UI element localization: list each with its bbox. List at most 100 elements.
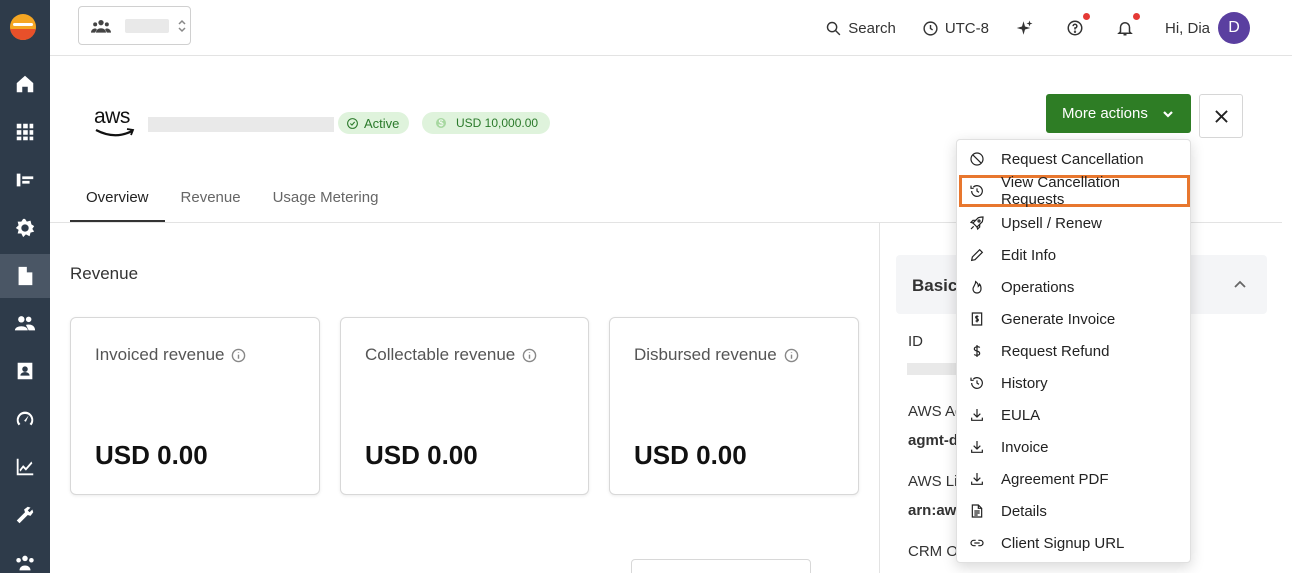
info-icon[interactable] — [522, 348, 537, 363]
sidebar-item-partners[interactable] — [0, 541, 50, 573]
menu-item-history[interactable]: History — [957, 367, 1190, 399]
menu-item-label: Invoice — [1001, 438, 1049, 456]
menu-item-upsell-renew[interactable]: Upsell / Renew — [957, 207, 1190, 239]
clock-icon — [923, 20, 938, 36]
menu-item-label: History — [1001, 374, 1048, 392]
download-icon — [971, 441, 983, 453]
status-badge: Active — [338, 112, 410, 134]
card-label-text: Invoiced revenue — [95, 345, 225, 364]
contact-card-icon — [17, 362, 33, 380]
sidebar-item-integrations[interactable] — [0, 493, 50, 537]
card-value: USD 0.00 — [365, 440, 478, 470]
sidebar-item-settings[interactable] — [0, 206, 50, 250]
search-button[interactable]: Search — [825, 20, 896, 37]
top-bar-actions: Search UTC-8 Hi, Dia D — [825, 0, 1292, 56]
amount-badge: $ USD 10,000.00 — [422, 112, 551, 134]
menu-item-view-cancellation-requests[interactable]: View Cancellation Requests — [959, 174, 1190, 208]
bell-icon — [1117, 22, 1133, 36]
app-logo[interactable] — [10, 14, 36, 40]
timezone-button[interactable]: UTC-8 — [922, 20, 989, 37]
dollar-icon — [973, 345, 981, 357]
close-icon — [1214, 109, 1228, 123]
updown-chevron-icon — [177, 18, 187, 34]
ban-icon — [970, 152, 984, 166]
dollar-icon: $ — [436, 118, 446, 128]
more-actions-label: More actions — [1062, 105, 1148, 122]
menu-item-request-refund[interactable]: Request Refund — [957, 335, 1190, 367]
menu-item-label: Upsell / Renew — [1001, 214, 1102, 232]
field-value-aws-license: arn:aw — [908, 502, 957, 519]
download-icon — [971, 473, 983, 485]
close-button[interactable] — [1199, 94, 1243, 138]
notification-dot — [1132, 13, 1140, 20]
notifications-button[interactable] — [1115, 13, 1140, 38]
menu-item-label: Details — [1001, 502, 1047, 520]
aws-logo: aws — [94, 105, 136, 138]
tab-bar: Overview Revenue Usage Metering — [70, 178, 394, 222]
amount-badge-label: USD 10,000.00 — [456, 116, 539, 130]
search-label: Search — [848, 19, 896, 37]
sidebar-item-apps[interactable] — [0, 110, 50, 154]
sidebar-item-listings[interactable] — [0, 158, 50, 202]
sidebar-item-home[interactable] — [0, 62, 50, 106]
pencil-icon — [970, 248, 984, 262]
team-icon — [91, 18, 111, 34]
aws-logo-text: aws — [94, 105, 130, 128]
download-icon — [971, 409, 983, 421]
menu-item-client-signup-url[interactable]: Client Signup URL — [957, 527, 1190, 559]
ai-assistant-button[interactable] — [1015, 18, 1035, 38]
menu-item-edit-info[interactable]: Edit Info — [957, 239, 1190, 271]
chevron-down-icon — [1162, 108, 1174, 120]
info-icon[interactable] — [231, 348, 246, 363]
document-icon — [971, 504, 983, 518]
sidebar-item-dashboard[interactable] — [0, 397, 50, 441]
menu-item-invoice[interactable]: Invoice — [957, 431, 1190, 463]
grid-icon — [16, 123, 34, 141]
divider — [879, 223, 880, 573]
menu-item-agreement-pdf[interactable]: Agreement PDF — [957, 463, 1190, 495]
sidebar-item-contacts[interactable] — [0, 349, 50, 393]
more-actions-button[interactable]: More actions — [1046, 94, 1191, 133]
speedometer-icon — [16, 411, 34, 426]
link-icon — [970, 539, 984, 547]
history-icon — [970, 377, 983, 389]
users-icon — [14, 316, 36, 331]
tab-revenue[interactable]: Revenue — [165, 178, 257, 222]
field-value-aws-agreement: agmt-d — [908, 432, 958, 449]
menu-item-label: Edit Info — [1001, 246, 1057, 264]
card-label: Invoiced revenue — [95, 345, 246, 365]
menu-item-label: Request Cancellation — [1001, 150, 1144, 168]
menu-item-eula[interactable]: EULA — [957, 399, 1190, 431]
menu-item-generate-invoice[interactable]: Generate Invoice — [957, 303, 1190, 335]
top-bar: Search UTC-8 Hi, Dia D — [50, 0, 1292, 56]
menu-item-request-cancellation[interactable]: Request Cancellation — [957, 143, 1190, 175]
document-icon — [18, 266, 33, 286]
card-label-text: Disbursed revenue — [634, 345, 777, 364]
aws-smile-icon — [95, 128, 135, 137]
card-label-text: Collectable revenue — [365, 345, 516, 364]
tab-overview[interactable]: Overview — [70, 178, 165, 222]
sidebar-item-analytics[interactable] — [0, 445, 50, 489]
collectable-revenue-card: Collectable revenue USD 0.00 — [340, 317, 589, 495]
menu-item-operations[interactable]: Operations — [957, 271, 1190, 303]
menu-item-details[interactable]: Details — [957, 495, 1190, 527]
team-selector[interactable] — [78, 6, 191, 45]
avatar[interactable]: D — [1218, 12, 1250, 44]
search-icon — [827, 21, 841, 35]
history-icon — [970, 185, 983, 197]
field-label-id: ID — [908, 333, 923, 350]
sidebar-item-agreements[interactable] — [0, 254, 50, 298]
sidebar — [0, 0, 50, 573]
help-icon — [1067, 20, 1083, 36]
tab-usage-metering[interactable]: Usage Metering — [257, 178, 395, 222]
sidebar-item-users[interactable] — [0, 301, 50, 345]
filter-select[interactable] — [631, 559, 811, 573]
status-badge-label: Active — [364, 115, 400, 131]
menu-item-label: Request Refund — [1001, 342, 1110, 360]
chevron-up-icon — [1233, 278, 1247, 292]
help-button[interactable] — [1065, 13, 1090, 38]
info-icon[interactable] — [784, 348, 799, 363]
wrench-icon — [16, 506, 34, 524]
user-greeting: Hi, Dia — [1164, 19, 1210, 37]
menu-item-label: View Cancellation Requests — [1001, 174, 1120, 208]
